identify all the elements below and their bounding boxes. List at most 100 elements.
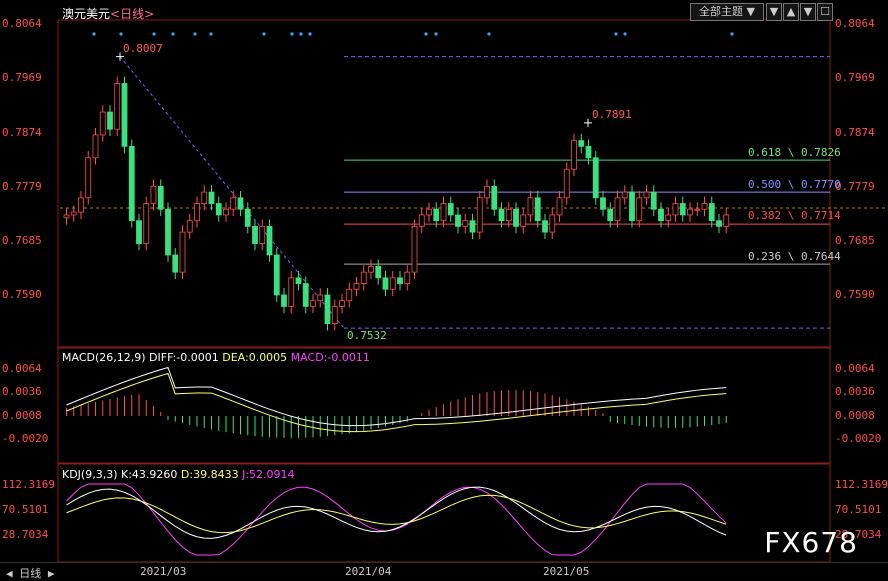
- kdj-axis-label: 28.7034: [2, 528, 49, 541]
- candle: [172, 254, 179, 273]
- candle: [672, 203, 679, 216]
- candle: [302, 283, 309, 307]
- candle: [63, 214, 70, 219]
- candle: [534, 197, 541, 222]
- kdj-header: KDJ(9,3,3) K:43.9260 D:39.8433 J:52.0914: [62, 468, 295, 481]
- macd-dif-line: [66, 366, 727, 427]
- candle: [476, 197, 483, 233]
- symbol-name: 澳元美元: [62, 7, 111, 21]
- macd-axis-label: 0.0036: [835, 385, 875, 398]
- candle: [498, 208, 505, 222]
- event-dot: [299, 32, 303, 36]
- event-dot: [614, 32, 618, 36]
- candle: [687, 208, 693, 216]
- candle: [629, 191, 635, 222]
- candle: [665, 214, 672, 222]
- candle: [259, 225, 266, 244]
- candle: [288, 277, 295, 307]
- candle: [143, 203, 150, 244]
- candle: [455, 214, 461, 227]
- candle: [462, 220, 469, 227]
- event-dot: [623, 32, 627, 36]
- collapse-button[interactable]: ▼: [800, 3, 816, 21]
- candle: [273, 254, 280, 296]
- price-panel-border: [57, 19, 831, 348]
- candle: [252, 225, 258, 244]
- event-dot: [262, 32, 266, 36]
- candle: [186, 220, 193, 233]
- candle: [244, 208, 251, 227]
- candle: [121, 83, 128, 147]
- topic-select[interactable]: 全部主题 ▼: [690, 3, 764, 21]
- candle: [317, 294, 324, 302]
- event-dot: [424, 32, 428, 36]
- low-label: 0.7532: [347, 329, 387, 342]
- candle: [484, 185, 490, 199]
- kdj-k-line: [66, 486, 727, 539]
- price-chart[interactable]: [0, 0, 888, 580]
- candle: [346, 288, 353, 302]
- date-label: 2021/05: [543, 565, 590, 578]
- candle: [281, 294, 287, 307]
- scroll-up-button[interactable]: ▲: [783, 3, 799, 21]
- candle: [723, 214, 730, 227]
- event-dot: [171, 32, 175, 36]
- candle: [542, 220, 548, 233]
- event-dot: [290, 32, 294, 36]
- date-label: 2021/03: [140, 565, 187, 578]
- fib-382-label: 0.382 \ 0.7714: [748, 209, 841, 222]
- candle: [92, 134, 99, 159]
- candle: [592, 157, 599, 199]
- candle: [643, 191, 650, 199]
- candle: [114, 83, 121, 130]
- candle: [520, 214, 527, 227]
- candle: [578, 140, 585, 147]
- macd-axis-label: 0.0064: [2, 362, 42, 375]
- fib-236-label: 0.236 \ 0.7644: [748, 250, 841, 263]
- candle: [179, 231, 186, 273]
- candle: [563, 168, 570, 199]
- candle: [505, 208, 512, 222]
- macd-axis-label: -0.0020: [2, 432, 49, 445]
- chart-title: 澳元美元<日线>: [62, 5, 154, 22]
- candle: [440, 203, 447, 222]
- scroll-down-button[interactable]: ▼: [766, 3, 782, 21]
- candle: [404, 271, 411, 284]
- candle: [70, 211, 77, 216]
- candle: [157, 185, 164, 210]
- event-dot: [209, 32, 213, 36]
- candle: [382, 277, 389, 290]
- candle: [266, 225, 273, 256]
- candle: [223, 208, 229, 216]
- macd-axis-label: 0.0008: [835, 409, 875, 422]
- candle: [469, 220, 476, 233]
- price-axis-label: 0.7685: [2, 233, 42, 247]
- price-axis-label: 0.7779: [2, 179, 42, 193]
- event-dot: [434, 32, 438, 36]
- candle: [694, 208, 701, 211]
- candle: [607, 208, 614, 222]
- event-dot: [152, 32, 156, 36]
- candle: [650, 191, 657, 210]
- candle: [99, 111, 106, 136]
- date-axis-bar: [0, 562, 888, 581]
- candle: [230, 197, 237, 210]
- event-dot: [193, 32, 197, 36]
- macd-axis-label: 0.0008: [2, 409, 42, 422]
- candle: [418, 214, 425, 227]
- swing-high-label: 0.7891: [592, 108, 632, 121]
- bottom-tab[interactable]: ◀ 日线 ▶: [6, 565, 55, 581]
- event-dot: [119, 32, 123, 36]
- candle: [708, 203, 715, 222]
- candle: [614, 197, 621, 222]
- candle: [600, 197, 606, 210]
- candle: [556, 197, 563, 216]
- price-axis-label: 0.7969: [835, 71, 875, 85]
- price-axis-label: 0.8064: [2, 17, 42, 30]
- candle: [310, 300, 316, 307]
- candle: [447, 203, 454, 216]
- kdj-axis-label: 70.5101: [2, 503, 49, 516]
- candle: [491, 185, 498, 210]
- candle: [136, 220, 142, 244]
- maximize-button[interactable]: ☐: [817, 3, 833, 21]
